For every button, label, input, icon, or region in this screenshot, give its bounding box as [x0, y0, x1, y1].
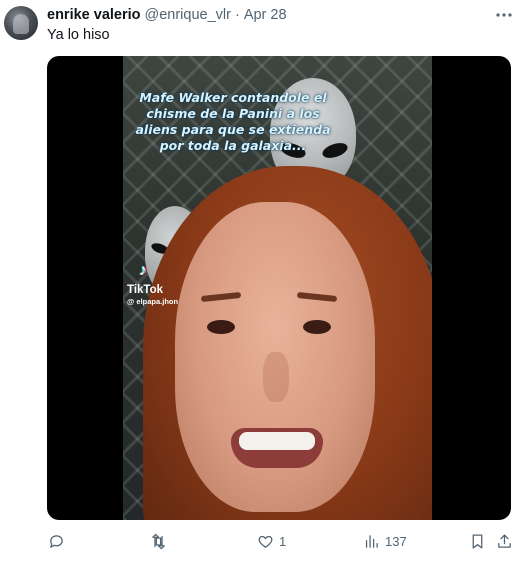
views-icon	[365, 534, 378, 548]
heart-icon	[258, 535, 273, 548]
tiktok-username: @ elpapa.jhon	[127, 297, 179, 306]
retweet-icon	[152, 533, 165, 549]
tiktok-name: TikTok	[127, 284, 163, 296]
tweet-text: Ya lo hiso	[47, 27, 110, 43]
bookmark-icon	[472, 533, 483, 549]
tiktok-logo-icon: ♪	[139, 262, 147, 279]
tweet[interactable]: enrike valerio @enrique_vlr · Apr 28 Ya …	[0, 0, 526, 561]
eye	[207, 320, 235, 334]
user-handle[interactable]: @enrique_vlr	[145, 7, 231, 23]
teeth	[239, 432, 315, 450]
like-button[interactable]: 1	[257, 530, 286, 552]
tiktok-watermark: ♪ TikTok @ elpapa.jhon	[127, 262, 178, 306]
share-icon	[498, 533, 511, 548]
eyebrow	[296, 291, 338, 303]
nose	[263, 352, 289, 402]
separator-dot: ·	[234, 7, 240, 23]
mouth	[231, 428, 323, 468]
reply-button[interactable]	[48, 530, 70, 552]
bookmark-button[interactable]	[469, 530, 486, 552]
views-button[interactable]: 137	[363, 530, 407, 552]
avatar-figure	[13, 14, 29, 34]
action-bar: 1 137	[42, 530, 514, 552]
share-button[interactable]	[496, 530, 513, 552]
reply-icon	[50, 534, 63, 548]
views-count: 137	[385, 533, 407, 549]
retweet-button[interactable]	[150, 530, 172, 552]
display-name[interactable]: enrike valerio	[47, 7, 141, 23]
eye	[303, 320, 331, 334]
more-dots-icon[interactable]	[494, 5, 514, 25]
tweet-date[interactable]: Apr 28	[244, 7, 287, 23]
avatar[interactable]	[4, 6, 38, 40]
like-count: 1	[279, 533, 287, 549]
video-caption: Mafe Walker contandole el chisme de la P…	[135, 90, 331, 153]
video-player[interactable]: Mafe Walker contandole el chisme de la P…	[47, 56, 511, 520]
video-frame[interactable]: Mafe Walker contandole el chisme de la P…	[123, 56, 432, 520]
person-face	[175, 202, 375, 512]
tweet-header: enrike valerio @enrique_vlr · Apr 28	[47, 7, 287, 25]
eyebrow	[200, 291, 242, 303]
